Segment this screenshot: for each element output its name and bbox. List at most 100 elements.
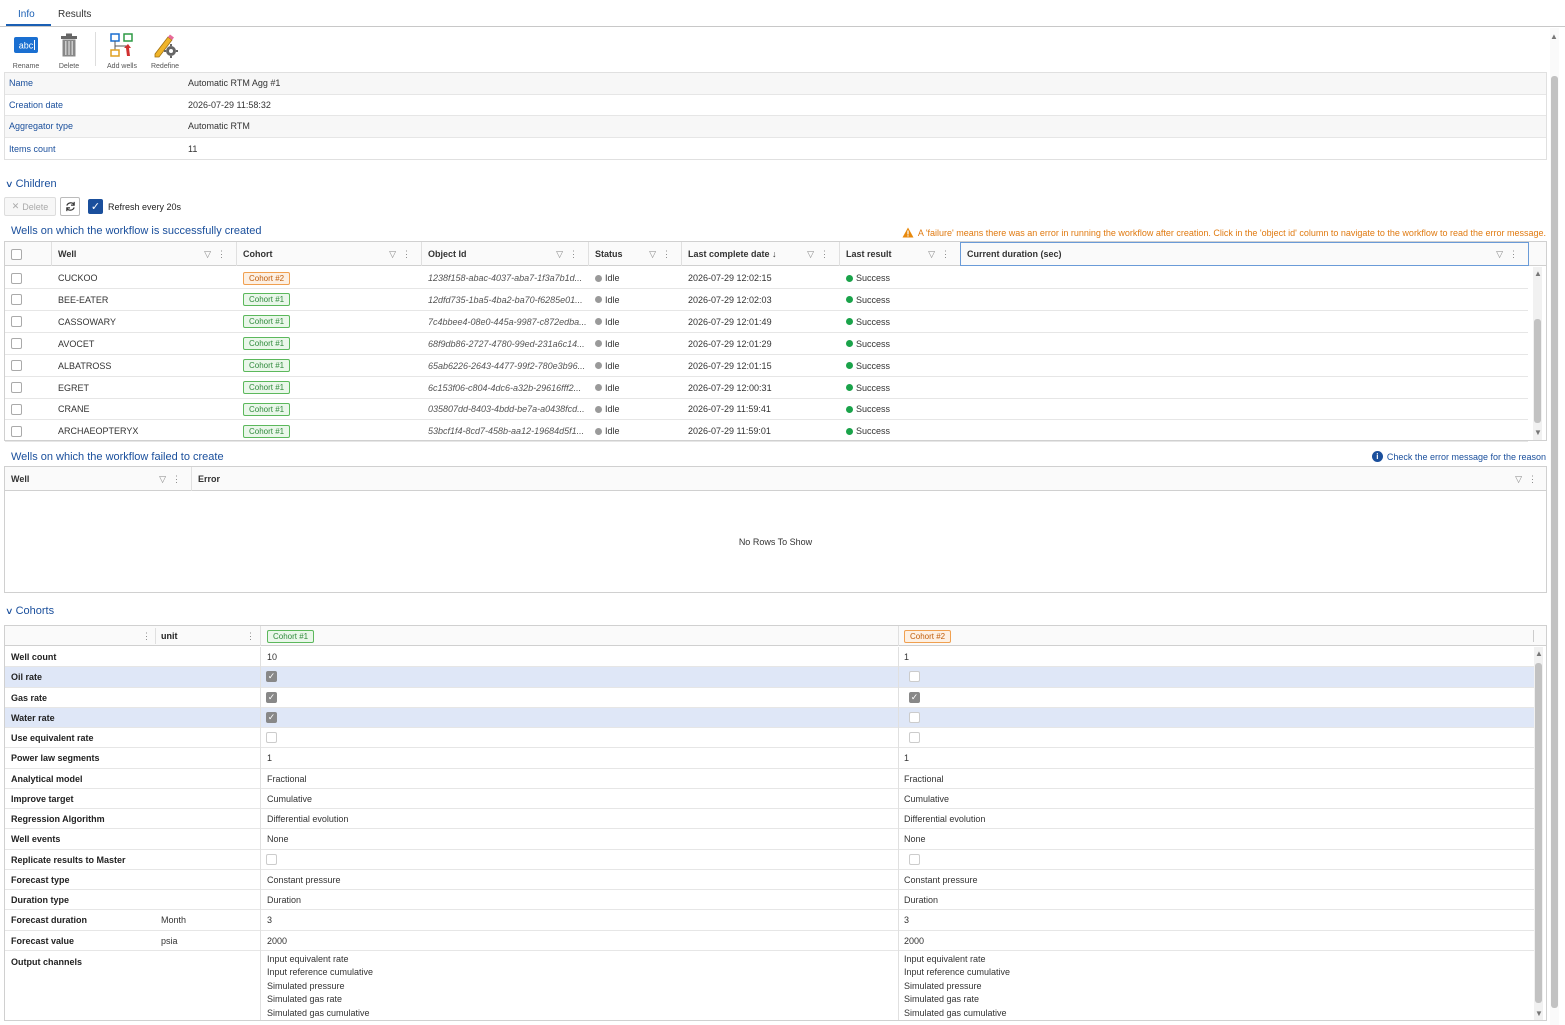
cohorts-scroll-up-icon[interactable]: ▲ xyxy=(1535,649,1543,658)
checked-icon[interactable]: ✓ xyxy=(909,691,920,703)
tab-results[interactable]: Results xyxy=(58,9,91,20)
rename-icon: abc xyxy=(6,32,46,58)
cohorts-scrollbar[interactable] xyxy=(1534,647,1543,1020)
cohort-row: Gas rate ✓ ✓ xyxy=(5,687,1534,708)
filter-icon[interactable]: ▽⋮ xyxy=(204,249,232,260)
page-scrollbar-thumb[interactable] xyxy=(1551,76,1558,1008)
add-wells-button[interactable]: Add wells xyxy=(102,32,142,70)
col-header-object-id[interactable]: Object Id ▽⋮ xyxy=(421,242,588,266)
well-cell: AVOCET xyxy=(58,338,95,349)
col-header-well[interactable]: Well ▽⋮ xyxy=(51,242,236,266)
cohort-2-header[interactable]: Cohort #2 xyxy=(904,630,952,643)
table-row[interactable]: BEE-EATER Cohort #1 12dfd735-1ba5-4ba2-ba7… xyxy=(5,289,1528,311)
row-checkbox[interactable] xyxy=(11,316,22,328)
col-header-last-complete-date[interactable]: Last complete date ↓ ▽⋮ xyxy=(681,242,839,266)
row-checkbox[interactable] xyxy=(11,294,22,306)
checked-icon[interactable]: ✓ xyxy=(266,711,277,723)
column-menu-icon[interactable]: ⋮ xyxy=(246,631,255,642)
select-all-checkbox[interactable] xyxy=(5,242,51,266)
table-row[interactable]: CUCKOO Cohort #2 1238f158-abac-4037-aba7-1… xyxy=(5,267,1528,289)
table-row[interactable]: AVOCET Cohort #1 68f9db86-2727-4780-99ed-2… xyxy=(5,333,1528,355)
unchecked-icon[interactable] xyxy=(266,732,277,743)
cohort-1-header[interactable]: Cohort #1 xyxy=(267,630,315,643)
col-header-status[interactable]: Status ▽⋮ xyxy=(588,242,681,266)
filter-icon[interactable]: ▽⋮ xyxy=(159,474,187,485)
row-checkbox[interactable] xyxy=(11,382,22,393)
row-checkbox[interactable] xyxy=(11,403,22,415)
page-scroll-up-icon[interactable]: ▲ xyxy=(1550,32,1558,41)
refresh-button[interactable] xyxy=(60,197,80,216)
col-header-cohort[interactable]: Cohort ▽⋮ xyxy=(236,242,421,266)
result-cell: Success xyxy=(840,377,960,399)
object-id-link[interactable]: 53bcf1f4-8cd7-458b-aa12-19684d5f1... xyxy=(422,420,588,442)
object-id-link[interactable]: 68f9db86-2727-4780-99ed-231a6c14... xyxy=(422,333,588,355)
close-icon: ✕ xyxy=(11,201,20,211)
column-menu-icon[interactable]: ⋮ xyxy=(142,631,151,642)
cohort-badge: Cohort #1 xyxy=(243,293,291,307)
date-cell: 2026-07-29 12:02:15 xyxy=(688,273,772,283)
cohort-2-value: Constant pressure xyxy=(904,874,978,885)
date-cell: 2026-07-29 12:01:15 xyxy=(688,360,772,371)
tab-info[interactable]: Info xyxy=(18,9,35,20)
output-channel-item: Input reference cumulative xyxy=(267,967,374,978)
table-row[interactable]: EGRET Cohort #1 6c153f06-c804-4dc6-a32b-29… xyxy=(5,377,1528,399)
object-id-link[interactable]: 7c4bbee4-08e0-445a-9987-c872edba... xyxy=(422,311,588,333)
filter-icon[interactable]: ▽⋮ xyxy=(649,249,677,260)
unchecked-icon[interactable] xyxy=(266,853,277,865)
checked-icon[interactable]: ✓ xyxy=(266,691,277,703)
table-row[interactable]: CRANE Cohort #1 035807dd-8403-4bdd-be7a-a0… xyxy=(5,398,1528,421)
info-icon: i xyxy=(1371,451,1383,462)
result-cell: Success xyxy=(840,398,960,420)
object-id-link[interactable]: 1238f158-abac-4037-aba7-1f3a7b1d... xyxy=(422,267,588,289)
children-section-toggle[interactable]: ∨ Children xyxy=(5,178,57,190)
unchecked-icon[interactable] xyxy=(909,671,920,683)
unchecked-icon[interactable] xyxy=(909,732,920,743)
object-id-link[interactable]: 12dfd735-1ba5-4ba2-ba70-f6285e01... xyxy=(422,289,588,311)
cohorts-scroll-down-icon[interactable]: ▼ xyxy=(1535,1009,1543,1018)
filter-icon[interactable]: ▽⋮ xyxy=(928,249,956,260)
col-header-well[interactable]: Well ▽⋮ xyxy=(5,467,191,491)
filter-icon[interactable]: ▽⋮ xyxy=(807,249,835,260)
grid-scrollbar-thumb[interactable] xyxy=(1534,319,1541,423)
table-row[interactable]: ARCHAEOPTERYX Cohort #1 53bcf1f4-8cd7-458b… xyxy=(5,420,1528,443)
cohorts-section-toggle[interactable]: ∨ Cohorts xyxy=(5,605,54,617)
cohort-2-value: Fractional xyxy=(904,773,944,784)
col-header-current-duration[interactable]: Current duration (sec) ▽⋮ xyxy=(960,242,1529,266)
col-header-last-result[interactable]: Last result ▽⋮ xyxy=(839,242,960,266)
filter-icon[interactable]: ▽⋮ xyxy=(1496,249,1524,260)
row-checkbox[interactable] xyxy=(11,272,22,284)
table-row[interactable]: ALBATROSS Cohort #1 65ab6226-2643-4477-99f… xyxy=(5,355,1528,377)
grid-scroll-up-icon[interactable]: ▲ xyxy=(1534,269,1542,278)
row-checkbox[interactable] xyxy=(11,338,22,350)
refresh-every-checkbox[interactable]: ✓ Refresh every 20s xyxy=(88,197,181,216)
row-checkbox[interactable] xyxy=(11,425,22,437)
filter-icon[interactable]: ▽⋮ xyxy=(1515,474,1543,485)
col-header-error[interactable]: Error ▽⋮ xyxy=(191,467,1547,491)
cohort-2-value: None xyxy=(904,834,926,845)
unchecked-icon[interactable] xyxy=(909,853,920,865)
object-id-link[interactable]: 6c153f06-c804-4dc6-a32b-29616fff2... xyxy=(422,377,588,399)
success-grid-title: Wells on which the workflow is successfu… xyxy=(11,225,262,237)
duration-cell xyxy=(961,420,1528,442)
delete-button[interactable]: Delete xyxy=(49,32,89,70)
page-scrollbar[interactable] xyxy=(1550,28,1559,1025)
children-delete-button[interactable]: ✕ Delete xyxy=(4,197,56,216)
output-channel-item: Simulated gas cumulative xyxy=(904,1007,1007,1018)
status-cell: Idle xyxy=(589,420,681,442)
filter-icon[interactable]: ▽⋮ xyxy=(389,249,417,260)
redefine-button[interactable]: Redefine xyxy=(145,32,185,70)
grid-scroll-down-icon[interactable]: ▼ xyxy=(1534,428,1542,437)
cohort-row: Use equivalent rate xyxy=(5,728,1534,749)
date-cell: 2026-07-29 12:01:29 xyxy=(688,338,772,349)
object-id-link[interactable]: 65ab6226-2643-4477-99f2-780e3b96... xyxy=(422,355,588,377)
grid-scrollbar[interactable] xyxy=(1533,267,1542,440)
row-checkbox[interactable] xyxy=(11,360,22,372)
table-row[interactable]: CASSOWARY Cohort #1 7c4bbee4-08e0-445a-998… xyxy=(5,311,1528,333)
unchecked-icon[interactable] xyxy=(909,711,920,723)
rename-button[interactable]: abc Rename xyxy=(6,32,46,70)
object-id-link[interactable]: 035807dd-8403-4bdd-be7a-a0438fcd... xyxy=(422,398,588,420)
checked-icon[interactable]: ✓ xyxy=(266,671,277,683)
cohort-badge: Cohort #2 xyxy=(243,271,291,285)
filter-icon[interactable]: ▽⋮ xyxy=(556,249,584,260)
cohorts-scrollbar-thumb[interactable] xyxy=(1535,663,1542,1003)
